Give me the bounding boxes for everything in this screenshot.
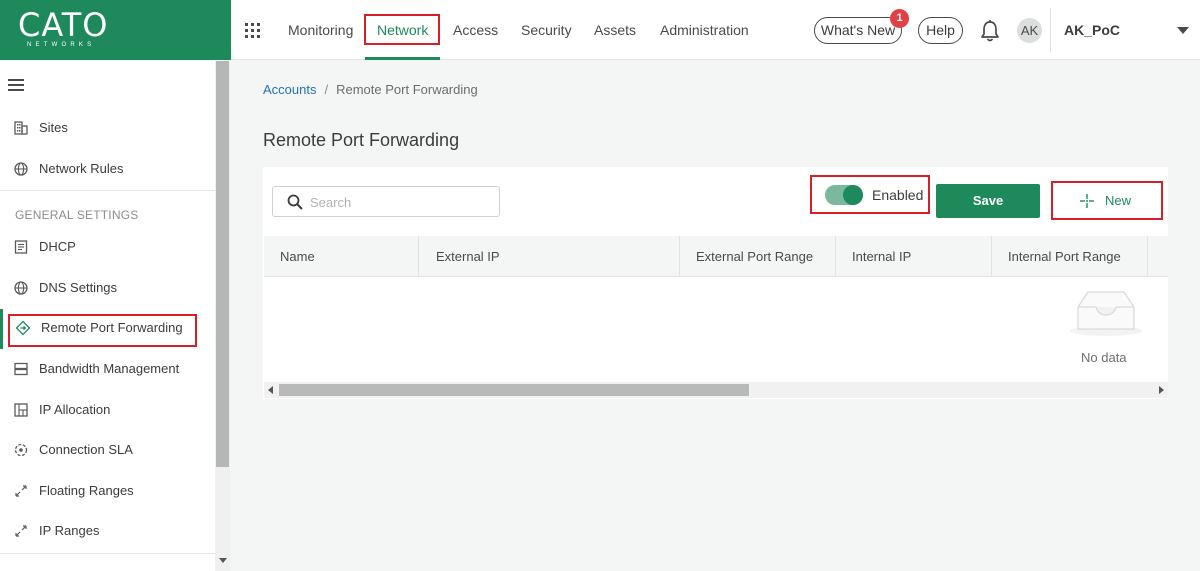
sidebar-item-label: DNS Settings — [39, 280, 118, 295]
globe-icon — [14, 162, 28, 176]
sidebar-scrollbar[interactable] — [215, 61, 230, 571]
sidebar-item-floating-ranges[interactable]: Floating Ranges — [0, 472, 215, 512]
column-header-internal-port-range[interactable]: Internal Port Range — [1008, 236, 1147, 277]
bell-icon[interactable] — [979, 19, 1001, 43]
search-input[interactable] — [310, 192, 490, 212]
breadcrumb-accounts-link[interactable]: Accounts — [263, 82, 316, 97]
table-horizontal-scrollbar[interactable] — [264, 382, 1168, 398]
column-header-internal-ip[interactable]: Internal IP — [852, 236, 991, 277]
tab-security[interactable]: Security — [521, 0, 572, 60]
column-divider — [835, 236, 836, 277]
tab-assets[interactable]: Assets — [594, 0, 636, 60]
column-divider — [679, 236, 680, 277]
building-icon — [14, 121, 28, 135]
document-icon — [14, 240, 28, 254]
sidebar-item-label: Bandwidth Management — [39, 361, 180, 376]
scroll-down-arrow-icon[interactable] — [219, 558, 227, 563]
new-button-label: New — [1105, 193, 1132, 208]
sidebar-item-label: Sites — [39, 120, 68, 135]
save-button[interactable]: Save — [936, 184, 1040, 218]
breadcrumb-separator: / — [324, 82, 329, 97]
column-divider — [991, 236, 992, 277]
tab-monitoring[interactable]: Monitoring — [288, 0, 353, 60]
sidebar-item-label: Floating Ranges — [39, 483, 134, 498]
empty-inbox-icon — [1070, 291, 1142, 336]
sidebar-item-network-rules[interactable]: Network Rules — [0, 150, 215, 190]
divider — [0, 553, 215, 554]
globe-icon — [14, 281, 28, 295]
avatar[interactable]: AK — [1017, 18, 1042, 43]
stack-icon — [14, 362, 28, 376]
plus-sparkle-icon — [1080, 194, 1094, 208]
expand-arrows-icon — [15, 485, 27, 497]
sidebar-item-ip-ranges[interactable]: IP Ranges — [0, 512, 215, 552]
logo[interactable]: CATO NETWORKS — [0, 0, 231, 60]
scroll-right-arrow-icon[interactable] — [1159, 386, 1164, 394]
column-divider — [418, 236, 419, 277]
empty-state-text: No data — [1081, 350, 1127, 365]
sidebar-item-label: IP Allocation — [39, 402, 111, 417]
notification-badge: 1 — [890, 9, 909, 28]
column-divider — [1147, 236, 1148, 277]
help-button[interactable]: Help — [918, 17, 963, 44]
scrollbar-thumb[interactable] — [216, 61, 229, 467]
menu-icon[interactable] — [8, 79, 24, 91]
whats-new-button[interactable]: What's New — [814, 17, 902, 44]
sidebar-item-label: Remote Port Forwarding — [41, 320, 183, 335]
column-header-external-port-range[interactable]: External Port Range — [696, 236, 835, 277]
table-header: Name External IP External Port Range Int… — [264, 236, 1168, 277]
sidebar-item-label: Connection SLA — [39, 442, 133, 457]
sidebar-item-label: IP Ranges — [39, 523, 100, 538]
sidebar-item-label: Network Rules — [39, 161, 124, 176]
diamond-arrow-icon — [15, 320, 31, 336]
enabled-toggle[interactable] — [825, 185, 863, 205]
column-header-name[interactable]: Name — [280, 236, 418, 277]
search-field[interactable] — [272, 186, 500, 217]
toggle-label: Enabled — [872, 187, 924, 203]
sidebar-item-label: DHCP — [39, 239, 76, 254]
grid-icon — [14, 403, 28, 417]
column-header-external-ip[interactable]: External IP — [436, 236, 679, 277]
sidebar-item-sites[interactable]: Sites — [0, 109, 215, 149]
sidebar-item-dns-settings[interactable]: DNS Settings — [0, 269, 215, 309]
divider — [1050, 8, 1051, 52]
chevron-down-icon[interactable] — [1177, 27, 1189, 34]
tab-network[interactable]: Network — [365, 0, 441, 60]
logo-text: CATO — [18, 6, 109, 44]
apps-grid-icon[interactable] — [245, 23, 260, 38]
top-bar: CATO NETWORKS Monitoring Network Access … — [0, 0, 1200, 60]
sidebar-item-bandwidth-management[interactable]: Bandwidth Management — [0, 350, 215, 390]
scroll-left-arrow-icon[interactable] — [268, 386, 273, 394]
sidebar-item-connection-sla[interactable]: Connection SLA — [0, 431, 215, 471]
new-button[interactable]: New — [1056, 184, 1160, 218]
tab-access[interactable]: Access — [453, 0, 498, 60]
logo-subtext: NETWORKS — [27, 42, 96, 48]
sidebar-item-dhcp[interactable]: DHCP — [0, 228, 215, 268]
account-name[interactable]: AK_PoC — [1064, 22, 1120, 38]
sidebar-item-ip-allocation[interactable]: IP Allocation — [0, 391, 215, 431]
target-icon — [14, 443, 28, 457]
search-icon — [287, 194, 303, 210]
scrollbar-thumb[interactable] — [279, 384, 749, 396]
sidebar: Sites Network Rules GENERAL SETTINGS DHC… — [0, 61, 230, 571]
toggle-knob — [843, 185, 863, 205]
breadcrumb: Accounts / Remote Port Forwarding — [263, 82, 478, 97]
breadcrumb-current: Remote Port Forwarding — [336, 82, 478, 97]
divider — [0, 190, 215, 191]
section-heading: GENERAL SETTINGS — [15, 208, 139, 222]
expand-arrows-icon — [15, 525, 27, 537]
tab-administration[interactable]: Administration — [660, 0, 749, 60]
active-indicator — [0, 309, 3, 349]
sidebar-item-remote-port-forwarding[interactable]: Remote Port Forwarding — [0, 309, 215, 349]
page-title: Remote Port Forwarding — [263, 130, 460, 150]
